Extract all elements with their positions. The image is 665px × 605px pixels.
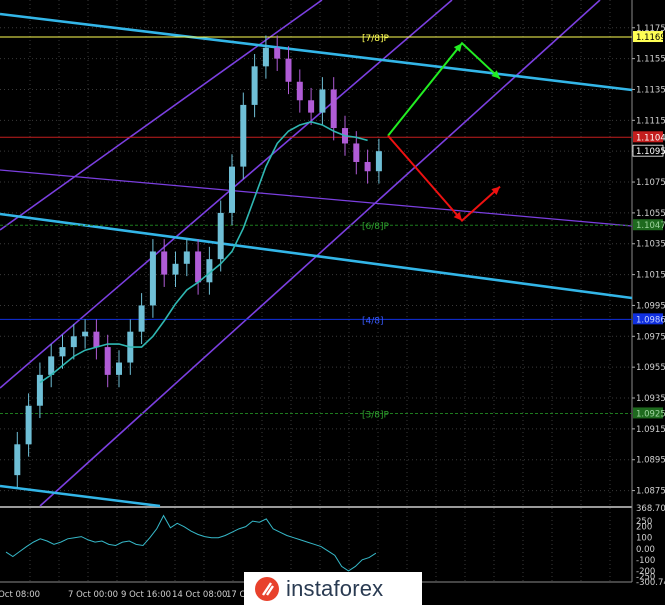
candle-body: [195, 251, 202, 283]
candle-body: [59, 347, 66, 357]
osc-tick-label: 200: [636, 523, 652, 533]
murrey-label: [7/8]P: [362, 34, 390, 44]
price-tick-label: 1.0875: [636, 487, 665, 497]
candle-body: [229, 166, 235, 213]
candle-body: [217, 212, 224, 260]
watermark: instaforex: [244, 572, 422, 605]
candle-body: [116, 362, 122, 375]
candle-body: [104, 347, 111, 375]
murrey-label: [4/8]: [362, 316, 384, 326]
time-axis: 2 Oct 08:00 7 Oct 00:009 Oct 16:0014 Oct …: [0, 590, 255, 600]
price-tick-label: 1.0935: [636, 394, 665, 404]
price-tick-label: 1.0955: [636, 363, 665, 373]
candle-body: [172, 263, 179, 275]
time-tick-label: 7 Oct 00:00: [68, 590, 118, 600]
candle-body: [262, 47, 269, 67]
price-tick-label: 1.0975: [636, 332, 665, 342]
watermark-text: instaforex: [286, 575, 384, 601]
price-tick-label: 1.1035: [636, 240, 665, 250]
candle-body: [25, 405, 32, 445]
candle-body: [138, 305, 145, 332]
price-tick-label: 1.1115: [636, 116, 665, 126]
time-tick-label: 2 Oct 08:00: [0, 590, 40, 600]
price-tick-label: 1.0895: [636, 456, 665, 466]
osc-tick-label: -300.7412: [636, 578, 665, 588]
murrey-label: [6/8]P: [362, 222, 390, 232]
price-tick-label: 1.1135: [636, 85, 665, 95]
price-tick-label: 1.0995: [636, 301, 665, 311]
price-tick-label: 1.1015: [636, 271, 665, 281]
candle-body: [93, 331, 100, 348]
candle-body: [14, 444, 21, 476]
time-tick-label: 14 Oct 08:00: [172, 590, 227, 600]
osc-tick-label: 368.7008: [636, 504, 665, 514]
candle-body: [375, 151, 382, 172]
price-tag-label: 1.0925: [636, 409, 665, 419]
candle-body: [296, 81, 303, 101]
candle-body: [319, 89, 326, 113]
price-tick-label: 1.0915: [636, 425, 665, 435]
chart-canvas: 368.70082502001000.00-100-200-250-300.74…: [0, 0, 665, 605]
candle-body: [70, 336, 77, 348]
price-tag-label: 1.1047: [636, 221, 665, 231]
candle-body: [161, 251, 168, 275]
candle-body: [330, 89, 337, 129]
candle-body: [48, 356, 55, 375]
candle-body: [353, 143, 360, 162]
candle-body: [149, 251, 156, 306]
candle-body: [82, 331, 89, 337]
price-tick-label: 1.1075: [636, 178, 665, 188]
murrey-label: [3/8]P: [362, 410, 390, 420]
candle-body: [183, 251, 190, 264]
time-tick-label: 9 Oct 16:00: [121, 590, 171, 600]
price-tag-label: 1.1169: [636, 33, 665, 43]
candle-body: [285, 58, 292, 82]
candle-body: [364, 161, 371, 172]
instaforex-logo-icon: [255, 576, 279, 601]
price-tag-label: 1.0986: [636, 315, 665, 325]
osc-tick-label: 100: [636, 534, 652, 544]
candle-body: [36, 374, 43, 406]
osc-tick-label: -100: [636, 556, 655, 566]
price-tag-label: 1.1104: [636, 133, 665, 143]
candle-body: [240, 104, 247, 167]
price-tick-label: 1.1055: [636, 209, 665, 219]
candle-body: [308, 100, 315, 113]
candle-body: [274, 47, 281, 59]
candle-body: [251, 66, 258, 105]
price-tick-label: 1.1155: [636, 55, 665, 65]
price-tag-label: 1.1095: [636, 147, 665, 157]
osc-tick-label: 0.00: [636, 545, 655, 555]
